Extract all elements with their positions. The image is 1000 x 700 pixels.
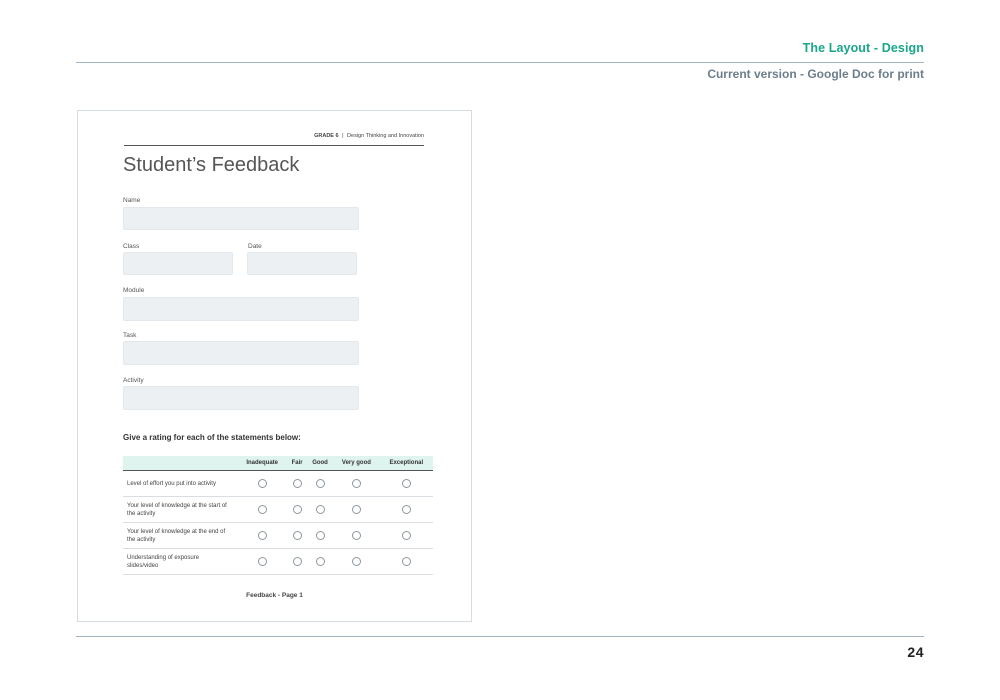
radio-button[interactable]	[257, 505, 267, 514]
radio-button[interactable]	[257, 531, 267, 540]
column-very-good: Very good	[333, 456, 380, 471]
document-footer: Feedback - Page 1	[246, 592, 303, 599]
radio-button[interactable]	[292, 505, 302, 514]
radio-button[interactable]	[292, 479, 302, 488]
date-field[interactable]	[247, 252, 357, 275]
column-exceptional: Exceptional	[379, 456, 433, 471]
date-label: Date	[248, 243, 262, 250]
radio-button[interactable]	[315, 479, 325, 488]
header-separator: |	[342, 133, 344, 139]
column-good: Good	[306, 456, 334, 471]
radio-button[interactable]	[401, 505, 411, 514]
task-label: Task	[123, 332, 137, 339]
page-number: 24	[907, 644, 924, 660]
radio-button[interactable]	[401, 557, 411, 566]
header-divider	[124, 145, 424, 146]
statement-understanding: Understanding of exposure slides/video	[123, 548, 237, 575]
radio-button[interactable]	[315, 531, 325, 540]
name-label: Name	[123, 197, 141, 204]
radio-button[interactable]	[292, 557, 302, 566]
radio-button[interactable]	[315, 505, 325, 514]
table-row: Your level of knowledge at the start of …	[123, 496, 433, 523]
activity-field[interactable]	[123, 386, 359, 410]
class-label: Class	[123, 243, 140, 250]
radio-button[interactable]	[257, 479, 267, 488]
module-label: Module	[123, 287, 145, 294]
top-divider	[76, 62, 924, 63]
class-field[interactable]	[123, 252, 233, 275]
task-field[interactable]	[123, 341, 359, 365]
column-inadequate: Inadequate	[237, 456, 288, 471]
document-header: GRADE 6 | Design Thinking and Innovation	[124, 133, 424, 139]
statement-effort: Level of effort you put into activity	[123, 470, 237, 497]
radio-button[interactable]	[351, 505, 361, 514]
rating-header-row: Inadequate Fair Good Very good Exception…	[123, 456, 433, 471]
statement-column-header	[123, 456, 237, 471]
table-row: Level of effort you put into activity	[123, 470, 433, 497]
statement-knowledge-start: Your level of knowledge at the start of …	[123, 496, 237, 523]
rating-heading: Give a rating for each of the statements…	[123, 433, 301, 442]
document-preview: GRADE 6 | Design Thinking and Innovation…	[77, 110, 472, 622]
document-title: Student’s Feedback	[123, 154, 300, 176]
radio-button[interactable]	[315, 557, 325, 566]
rating-table: Inadequate Fair Good Very good Exception…	[123, 456, 433, 575]
table-row: Your level of knowledge at the end of th…	[123, 522, 433, 549]
module-field[interactable]	[123, 297, 359, 321]
radio-button[interactable]	[351, 531, 361, 540]
column-fair: Fair	[287, 456, 307, 471]
radio-button[interactable]	[351, 479, 361, 488]
name-field[interactable]	[123, 207, 359, 230]
slide-subtitle: Current version - Google Doc for print	[707, 67, 924, 81]
radio-button[interactable]	[401, 479, 411, 488]
activity-label: Activity	[123, 377, 144, 384]
radio-button[interactable]	[351, 557, 361, 566]
radio-button[interactable]	[257, 557, 267, 566]
grade-label: GRADE 6	[314, 133, 339, 139]
course-label: Design Thinking and Innovation	[347, 133, 424, 139]
slide-title: The Layout - Design	[802, 41, 924, 55]
radio-button[interactable]	[401, 531, 411, 540]
bottom-divider	[76, 636, 924, 637]
statement-knowledge-end: Your level of knowledge at the end of th…	[123, 522, 237, 549]
table-row: Understanding of exposure slides/video	[123, 548, 433, 575]
radio-button[interactable]	[292, 531, 302, 540]
